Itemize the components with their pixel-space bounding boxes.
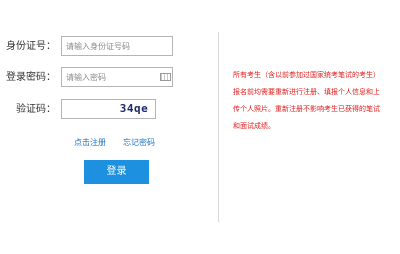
login-button[interactable]: 登录 bbox=[84, 160, 149, 184]
vertical-divider bbox=[218, 32, 219, 222]
id-number-label: 身份证号： bbox=[6, 41, 56, 52]
password-input[interactable] bbox=[61, 67, 173, 87]
registration-notice: 所有考生（含以前参加过国家统考笔试的考生）报名前均需要重新进行注册、填报个人信息… bbox=[233, 71, 380, 130]
password-label: 登录密码： bbox=[6, 72, 56, 83]
captcha-image[interactable]: 34qe bbox=[116, 103, 152, 115]
keyboard-icon[interactable] bbox=[160, 73, 171, 81]
forgot-password-link[interactable]: 忘记密码 bbox=[123, 138, 155, 148]
captcha-label: 验证码： bbox=[16, 104, 56, 115]
id-number-input[interactable] bbox=[61, 36, 173, 56]
register-link[interactable]: 点击注册 bbox=[74, 138, 106, 148]
